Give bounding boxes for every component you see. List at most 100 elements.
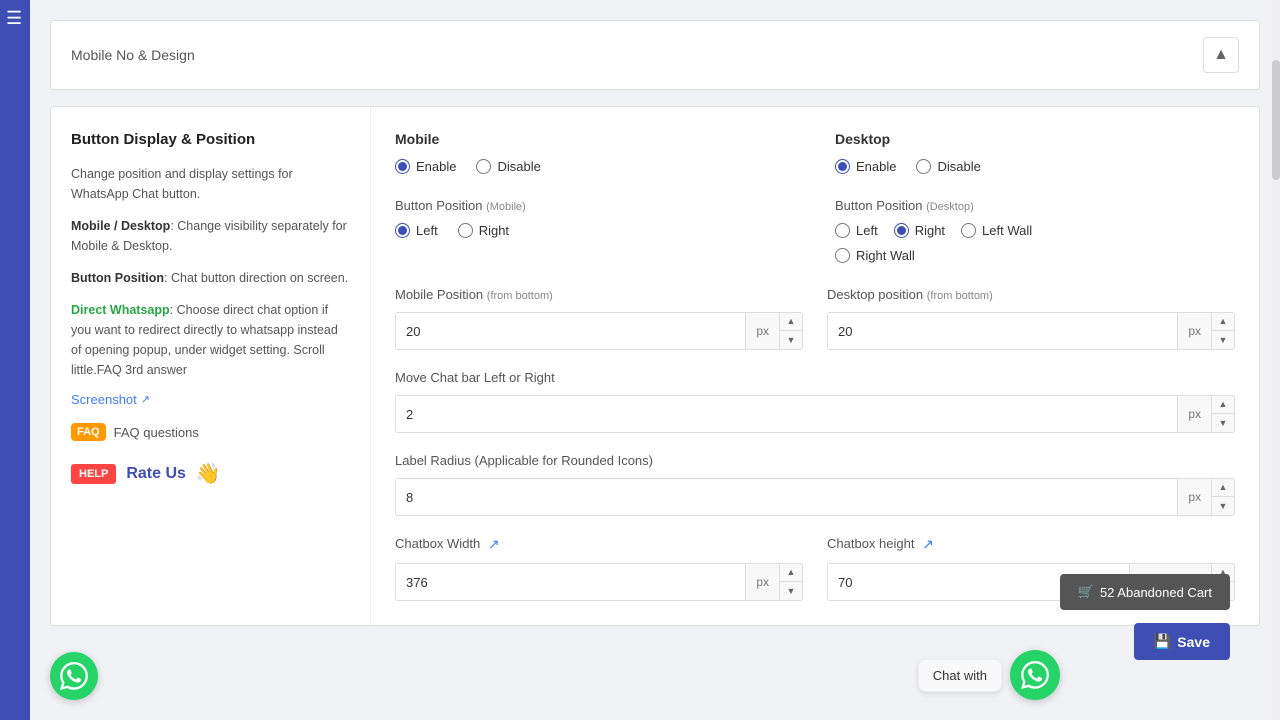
desktop-position-sublabel: (Desktop)	[926, 201, 974, 213]
mobile-pos-spinner[interactable]: ▲ ▼	[779, 313, 802, 349]
faq-questions-link[interactable]: FAQ questions	[114, 425, 199, 440]
chatbox-width-link-icon[interactable]: ↗	[488, 536, 500, 552]
screenshot-link[interactable]: Screenshot ↗	[71, 392, 350, 407]
chatbox-width-col: Chatbox Width ↗ px ▲ ▼	[395, 536, 803, 601]
desktop-enable-option[interactable]: Enable	[835, 159, 896, 174]
mobile-position-col: Button Position (Mobile) Left Right	[395, 198, 795, 263]
move-chat-input[interactable]	[396, 396, 1177, 432]
save-button[interactable]: 💾 Save	[1134, 623, 1230, 660]
mobile-disable-label: Disable	[497, 159, 540, 174]
mobile-right-label: Right	[479, 223, 509, 238]
mobile-pos-up[interactable]: ▲	[780, 313, 802, 331]
save-icon: 💾	[1154, 633, 1171, 650]
mobile-radio-group: Enable Disable	[395, 159, 795, 174]
desktop-pos-bottom-label: Desktop position (from bottom)	[827, 287, 1235, 302]
enable-disable-row: Mobile Enable Disable Desktop	[395, 131, 1235, 174]
desktop-pos-input[interactable]	[828, 313, 1177, 349]
mobile-position-sublabel: (Mobile)	[486, 201, 526, 213]
desktop-right-wall-radio[interactable]	[835, 248, 850, 263]
move-chat-down[interactable]: ▼	[1212, 414, 1234, 432]
mobile-enable-option[interactable]: Enable	[395, 159, 456, 174]
mobile-left-option[interactable]: Left	[395, 223, 438, 238]
mobile-pos-label-text: Mobile Position	[395, 287, 483, 302]
whatsapp-icon[interactable]	[1010, 650, 1060, 700]
abandoned-cart-button[interactable]: 🛒 52 Abandoned Cart	[1060, 574, 1230, 610]
desktop-position-label: Button Position	[835, 198, 922, 213]
mobile-enable-radio[interactable]	[395, 159, 410, 174]
desktop-right-radio[interactable]	[894, 223, 909, 238]
mobile-enable-label: Enable	[416, 159, 456, 174]
mobile-pos-bottom-label: Mobile Position (from bottom)	[395, 287, 803, 302]
scrollbar-track[interactable]	[1272, 0, 1280, 720]
green-whatsapp-button[interactable]	[50, 652, 98, 700]
label-radius-input-group: px ▲ ▼	[395, 478, 1235, 516]
hamburger-menu[interactable]: ☰	[0, 0, 30, 37]
help-button[interactable]: HELP	[71, 464, 116, 484]
chatbox-height-link-icon[interactable]: ↗	[922, 536, 934, 552]
hand-emoji: 👋	[196, 461, 221, 486]
abandoned-cart-label: 52 Abandoned Cart	[1100, 585, 1212, 600]
label-radius-input[interactable]	[396, 479, 1177, 515]
desktop-pos-down[interactable]: ▼	[1212, 331, 1234, 349]
label-radius-spinner[interactable]: ▲ ▼	[1211, 479, 1234, 515]
desktop-pos-bottom-col: Desktop position (from bottom) px ▲ ▼	[827, 287, 1235, 350]
desktop-disable-radio[interactable]	[916, 159, 931, 174]
chat-with-bubble[interactable]: Chat with	[918, 659, 1002, 692]
chatbox-width-down[interactable]: ▼	[780, 582, 802, 600]
label-radius-field: Label Radius (Applicable for Rounded Ico…	[395, 453, 1235, 516]
chatbox-width-up[interactable]: ▲	[780, 564, 802, 582]
desktop-right-wall-option[interactable]: Right Wall	[835, 248, 1235, 263]
desktop-left-option[interactable]: Left	[835, 223, 878, 238]
desktop-row2: Right Wall	[835, 248, 1235, 263]
mobile-pos-down[interactable]: ▼	[780, 331, 802, 349]
mobile-pos-input[interactable]	[396, 313, 745, 349]
desktop-left-wall-radio[interactable]	[961, 223, 976, 238]
mobile-label: Mobile	[395, 131, 795, 147]
sidebar: ☰	[0, 0, 30, 720]
left-panel: Button Display & Position Change positio…	[51, 107, 371, 625]
desktop-right-option[interactable]: Right	[894, 223, 945, 238]
desktop-left-wall-option[interactable]: Left Wall	[961, 223, 1032, 238]
page-header-title: Mobile No & Design	[71, 47, 195, 63]
desktop-left-radio[interactable]	[835, 223, 850, 238]
label-radius-up[interactable]: ▲	[1212, 479, 1234, 497]
desktop-position-field-label: Button Position (Desktop)	[835, 198, 1235, 213]
move-chat-suffix: px	[1177, 396, 1211, 432]
mobile-disable-option[interactable]: Disable	[476, 159, 540, 174]
save-label: Save	[1177, 634, 1210, 650]
desktop-enable-radio[interactable]	[835, 159, 850, 174]
move-chat-up[interactable]: ▲	[1212, 396, 1234, 414]
desktop-disable-label: Disable	[937, 159, 980, 174]
label-radius-suffix: px	[1177, 479, 1211, 515]
desktop-left-label: Left	[856, 223, 878, 238]
mobile-left-radio[interactable]	[395, 223, 410, 238]
position-bottom-row: Mobile Position (from bottom) px ▲ ▼	[395, 287, 1235, 350]
mobile-right-radio[interactable]	[458, 223, 473, 238]
mobile-pos-bottom-col: Mobile Position (from bottom) px ▲ ▼	[395, 287, 803, 350]
mobile-disable-radio[interactable]	[476, 159, 491, 174]
move-chat-spinner[interactable]: ▲ ▼	[1211, 396, 1234, 432]
direct-whatsapp-desc: Direct Whatsapp: Choose direct chat opti…	[71, 300, 350, 380]
move-chat-label: Move Chat bar Left or Right	[395, 370, 1235, 385]
desktop-pos-up[interactable]: ▲	[1212, 313, 1234, 331]
chatbox-width-suffix: px	[745, 564, 779, 600]
desktop-disable-option[interactable]: Disable	[916, 159, 980, 174]
chatbox-width-spinner[interactable]: ▲ ▼	[779, 564, 802, 600]
button-position-label: Button Position	[71, 271, 164, 285]
screenshot-text: Screenshot	[71, 392, 137, 407]
desktop-pos-spinner[interactable]: ▲ ▼	[1211, 313, 1234, 349]
desktop-label: Desktop	[835, 131, 1235, 147]
mobile-right-option[interactable]: Right	[458, 223, 509, 238]
description: Change position and display settings for…	[71, 164, 350, 204]
collapse-button[interactable]: ▲	[1203, 37, 1239, 73]
chatbox-width-label-text: Chatbox Width	[395, 536, 480, 551]
label-radius-down[interactable]: ▼	[1212, 497, 1234, 515]
desktop-right-label: Right	[915, 223, 945, 238]
direct-whatsapp-label: Direct Whatsapp	[71, 303, 170, 317]
scrollbar-thumb[interactable]	[1272, 60, 1280, 180]
chatbox-width-input[interactable]	[396, 564, 745, 600]
desktop-right-wall-label: Right Wall	[856, 248, 915, 263]
page-header: Mobile No & Design ▲	[50, 20, 1260, 90]
rate-us-link[interactable]: Rate Us	[126, 465, 186, 483]
button-position-desc-text: : Chat button direction on screen.	[164, 271, 348, 285]
